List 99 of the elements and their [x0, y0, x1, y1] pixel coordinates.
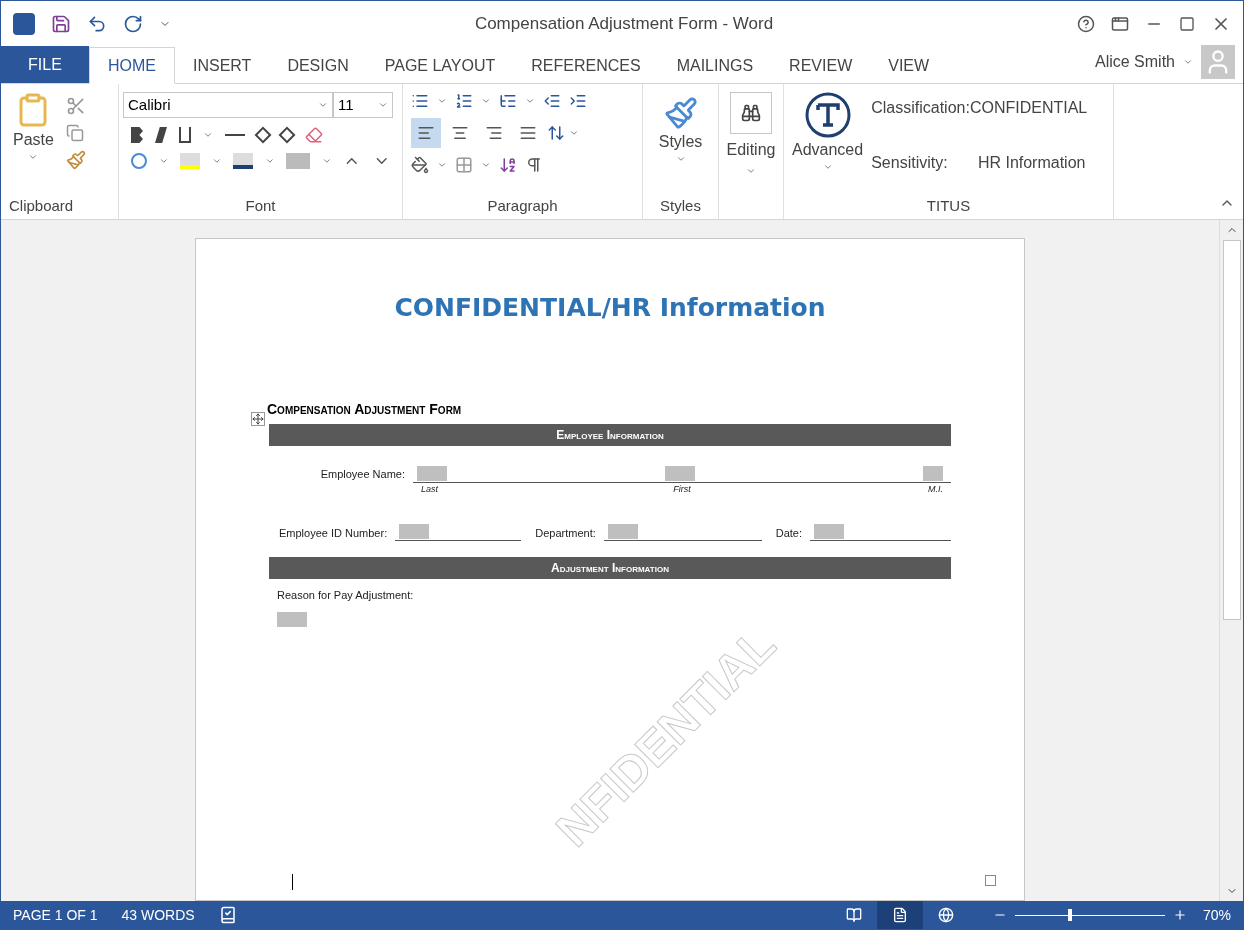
caret-icon[interactable]: [525, 96, 535, 106]
line-spacing-icon[interactable]: [547, 124, 565, 142]
numbering-icon[interactable]: [455, 92, 473, 110]
classification-value: CONFIDENTIAL: [969, 98, 1088, 118]
styles-button[interactable]: Styles: [643, 84, 718, 193]
zoom-slider[interactable]: [1014, 910, 1165, 920]
font-name-field[interactable]: Calibri: [123, 92, 333, 118]
form-field[interactable]: [417, 465, 447, 481]
field-label: Date:: [775, 525, 803, 541]
align-button[interactable]: [411, 118, 441, 148]
increase-indent-icon[interactable]: [569, 92, 587, 110]
caret-icon[interactable]: [203, 130, 213, 140]
section-header: Adjustment Information: [269, 557, 951, 579]
group-label: Styles: [660, 195, 701, 216]
multilevel-list-icon[interactable]: [499, 92, 517, 110]
advanced-button[interactable]: Advanced: [792, 92, 864, 193]
group-label: Font: [245, 195, 276, 216]
caret-icon[interactable]: [1183, 57, 1193, 67]
group-label: Paragraph: [487, 195, 558, 216]
field-label: Reason for Pay Adjustment:: [277, 588, 415, 603]
sensitivity-label: Sensitivity:: [871, 152, 949, 173]
classification-label: Classification:: [871, 98, 970, 118]
caret-icon[interactable]: [437, 96, 447, 106]
field-caption: M.I.: [928, 482, 943, 496]
view-icon[interactable]: [845, 907, 862, 923]
bullets-icon[interactable]: [411, 92, 429, 110]
zoom-in-icon[interactable]: [1172, 908, 1187, 922]
field-label: Department:: [535, 525, 596, 541]
clear-formatting-icon[interactable]: [305, 126, 323, 144]
align-icon[interactable]: [485, 124, 503, 142]
caret-icon[interactable]: [746, 166, 756, 176]
word-count[interactable]: 43 WORDS: [121, 904, 195, 926]
copy-icon[interactable]: [65, 124, 84, 142]
ribbon-tab[interactable]: DESIGN: [269, 47, 367, 84]
group-label: Clipboard: [9, 195, 74, 216]
form-title: Compensation Adjustment Form: [267, 399, 462, 419]
proofing-icon[interactable]: [218, 906, 237, 924]
text-cursor: [292, 874, 293, 890]
caret-icon[interactable]: [28, 152, 39, 162]
file-tab[interactable]: FILE: [1, 46, 89, 83]
field-label: Employee Name:: [319, 467, 406, 482]
caret-icon[interactable]: [437, 160, 447, 170]
section-header: Employee Information: [269, 423, 951, 446]
sort-icon[interactable]: [499, 156, 517, 174]
shading-icon[interactable]: [411, 156, 429, 174]
caret-icon[interactable]: [675, 154, 686, 164]
help-icon[interactable]: [1077, 15, 1095, 33]
paste-button[interactable]: Paste: [13, 92, 54, 193]
field-caption: Last: [421, 482, 438, 496]
user-name[interactable]: Alice Smith: [1094, 50, 1175, 74]
undo-icon[interactable]: [87, 14, 107, 34]
circled-t-icon[interactable]: [804, 92, 851, 138]
ribbon-tab[interactable]: MAILINGS: [658, 47, 772, 84]
decrease-indent-icon[interactable]: [543, 92, 561, 110]
sensitivity-value: HR Information: [977, 152, 1087, 173]
caret-icon[interactable]: [318, 100, 328, 110]
ribbon-tab[interactable]: VIEW: [870, 47, 948, 84]
document-heading: CONFIDENTIAL/HR Information: [394, 292, 826, 324]
align-icon[interactable]: [519, 124, 537, 142]
align-icon[interactable]: [451, 124, 469, 142]
group-label: TITUS: [926, 195, 971, 216]
form-field[interactable]: [665, 465, 695, 481]
maximize-icon[interactable]: [1179, 16, 1195, 32]
caret-icon[interactable]: [481, 160, 491, 170]
save-icon[interactable]: [51, 14, 71, 34]
caret-icon[interactable]: [378, 100, 388, 110]
format-painter-icon[interactable]: [65, 150, 86, 170]
font-color-icon[interactable]: [233, 153, 253, 169]
caret-icon[interactable]: [822, 162, 833, 172]
zoom-level[interactable]: 70%: [1202, 904, 1231, 926]
cut-icon[interactable]: [65, 96, 86, 116]
show-marks-icon[interactable]: [525, 156, 543, 174]
window-title: Compensation Adjustment Form - Word: [473, 13, 775, 36]
ribbon-tab[interactable]: REFERENCES: [513, 47, 659, 84]
editing-button[interactable]: Editing: [719, 84, 783, 193]
align-icon[interactable]: [417, 124, 435, 142]
caret-icon[interactable]: [569, 128, 579, 138]
form-field[interactable]: [277, 611, 307, 627]
caret-icon[interactable]: [481, 96, 491, 106]
form-field[interactable]: [923, 465, 943, 481]
binoculars-icon[interactable]: [741, 103, 761, 123]
ribbon-tab[interactable]: PAGE LAYOUT: [366, 47, 514, 84]
ribbon-tab[interactable]: INSERT: [175, 47, 270, 84]
ribbon-display-icon[interactable]: [1111, 15, 1129, 33]
view-icon[interactable]: [891, 907, 908, 923]
view-icon[interactable]: [937, 907, 954, 923]
view-button[interactable]: [876, 901, 923, 929]
underline-icon[interactable]: [179, 127, 191, 143]
ribbon-tab[interactable]: HOME: [89, 47, 175, 84]
field-caption: First: [673, 482, 691, 496]
ribbon-tab[interactable]: REVIEW: [771, 47, 871, 84]
page-count[interactable]: PAGE 1 OF 1: [13, 904, 98, 926]
font-size-field[interactable]: 11: [333, 92, 393, 118]
borders-icon[interactable]: [455, 156, 473, 174]
table-move-handle-icon[interactable]: [251, 411, 265, 426]
redo-icon[interactable]: [123, 14, 143, 34]
styles-icon[interactable]: [663, 96, 698, 130]
end-marker-icon: [985, 875, 996, 886]
field-label: Employee ID Number:: [279, 525, 388, 541]
